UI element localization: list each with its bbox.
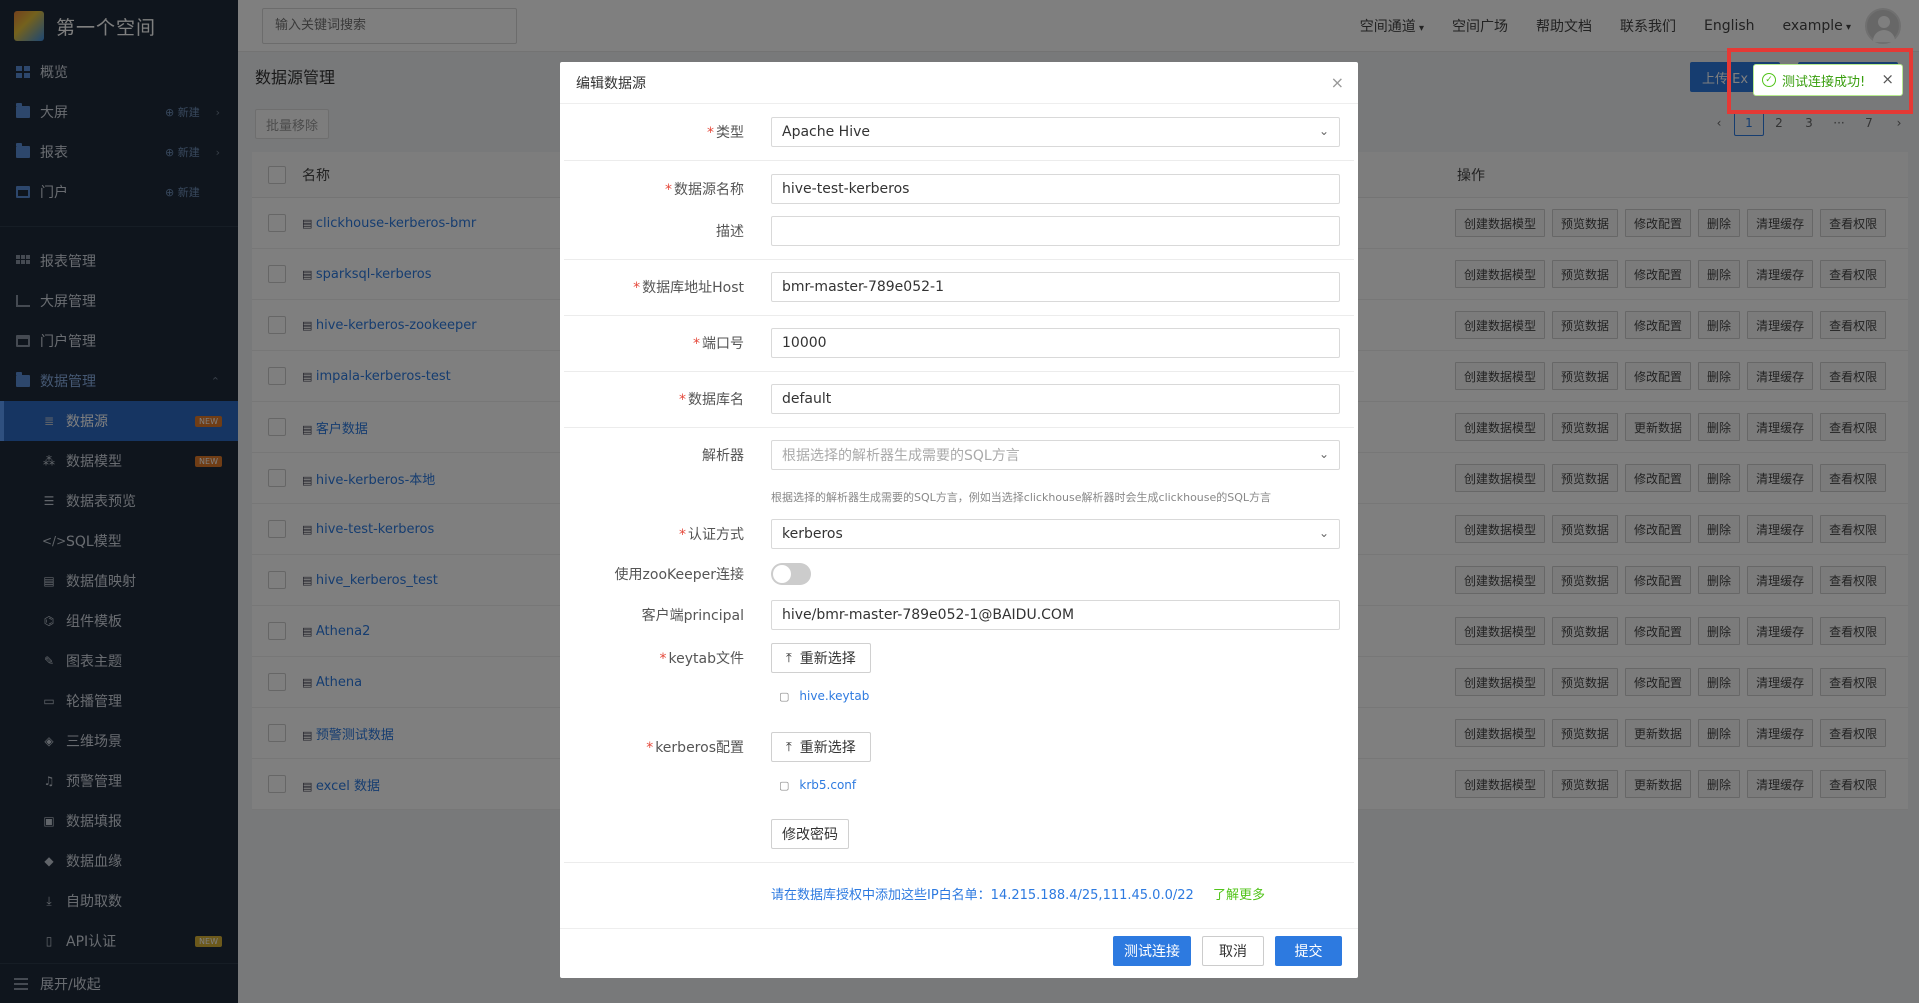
krb-file-link[interactable]: ▢ krb5.conf	[779, 778, 856, 792]
type-row: 类型 Apache Hive ⌄	[560, 117, 1358, 147]
krb-file-name: krb5.conf	[799, 778, 857, 792]
keytab-row: keytab文件 ⤒ 重新选择	[560, 643, 1358, 673]
divider	[564, 427, 1354, 428]
cancel-button[interactable]: 取消	[1202, 936, 1264, 966]
zookeeper-toggle[interactable]	[771, 563, 811, 585]
principal-label: 客户端principal	[641, 608, 744, 624]
type-label: 类型	[560, 122, 760, 142]
desc-label: 描述	[716, 224, 744, 240]
principal-row: 客户端principal hive/bmr-master-789e052-1@B…	[560, 600, 1358, 630]
port-row: 端口号 10000	[560, 328, 1358, 358]
divider	[564, 259, 1354, 260]
change-password-button[interactable]: 修改密码	[771, 819, 849, 849]
divider	[564, 315, 1354, 316]
chevron-down-icon: ⌄	[1318, 447, 1329, 461]
host-input[interactable]: bmr-master-789e052-1	[771, 272, 1340, 302]
divider	[564, 862, 1354, 863]
parser-hint: 根据选择的解析器生成需要的SQL方言，例如当选择clickhouse解析器时会生…	[771, 491, 1272, 504]
auth-label: 认证方式	[560, 524, 760, 544]
type-value: Apache Hive	[782, 124, 870, 140]
test-connection-button[interactable]: 测试连接	[1113, 936, 1191, 966]
database-row: 数据库名 default	[560, 384, 1358, 414]
parser-row: 解析器 根据选择的解析器生成需要的SQL方言 ⌄	[560, 440, 1358, 470]
keytab-reselect-button[interactable]: ⤒ 重新选择	[771, 643, 871, 673]
chevron-down-icon: ⌄	[1318, 526, 1329, 540]
krb-reselect-button[interactable]: ⤒ 重新选择	[771, 732, 871, 762]
divider	[564, 371, 1354, 372]
zookeeper-row: 使用zooKeeper连接	[560, 563, 1358, 585]
database-label: 数据库名	[560, 389, 760, 409]
auth-row: 认证方式 kerberos ⌄	[560, 519, 1358, 549]
parser-placeholder: 根据选择的解析器生成需要的SQL方言	[782, 448, 1020, 464]
database-input[interactable]: default	[771, 384, 1340, 414]
description-input[interactable]	[771, 216, 1340, 246]
krb-label: kerberos配置	[560, 737, 760, 757]
keytab-file-name: hive.keytab	[799, 689, 870, 703]
file-icon: ▢	[779, 689, 790, 703]
ip-whitelist-notice: 请在数据库授权中添加这些IP白名单：14.215.188.4/25,111.45…	[771, 888, 1194, 903]
close-icon[interactable]: ×	[1331, 73, 1344, 92]
parser-label: 解析器	[702, 448, 744, 464]
upload-icon: ⤒	[786, 650, 792, 666]
type-select[interactable]: Apache Hive ⌄	[771, 117, 1340, 147]
modal-title: 编辑数据源	[576, 75, 646, 92]
modal-footer-divider	[560, 928, 1358, 929]
check-circle-icon: ✓	[1762, 73, 1776, 87]
learn-more-link[interactable]: 了解更多	[1213, 884, 1265, 903]
host-label: 数据库地址Host	[560, 277, 760, 297]
auth-select[interactable]: kerberos ⌄	[771, 519, 1340, 549]
chevron-down-icon: ⌄	[1318, 124, 1329, 138]
port-input[interactable]: 10000	[771, 328, 1340, 358]
close-icon[interactable]: ×	[1881, 70, 1894, 88]
zookeeper-label: 使用zooKeeper连接	[614, 567, 744, 583]
reselect-label: 重新选择	[799, 740, 856, 756]
modal-header: 编辑数据源 ×	[560, 62, 1358, 104]
krb-row: kerberos配置 ⤒ 重新选择	[560, 732, 1358, 762]
datasource-name-input[interactable]: hive-test-kerberos	[771, 174, 1340, 204]
upload-icon: ⤒	[786, 739, 792, 755]
principal-input[interactable]: hive/bmr-master-789e052-1@BAIDU.COM	[771, 600, 1340, 630]
submit-button[interactable]: 提交	[1275, 936, 1342, 966]
toast-message: 测试连接成功!	[1782, 74, 1866, 90]
host-row: 数据库地址Host bmr-master-789e052-1	[560, 272, 1358, 302]
name-row: 数据源名称 hive-test-kerberos	[560, 174, 1358, 204]
divider	[564, 160, 1354, 161]
name-label: 数据源名称	[560, 179, 760, 199]
edit-datasource-modal: 编辑数据源 × 类型 Apache Hive ⌄ 数据源名称 hive-test-…	[560, 62, 1358, 978]
success-toast: ✓ 测试连接成功! ×	[1753, 64, 1903, 96]
parser-select[interactable]: 根据选择的解析器生成需要的SQL方言 ⌄	[771, 440, 1340, 470]
reselect-label: 重新选择	[799, 651, 856, 667]
file-icon: ▢	[779, 778, 790, 792]
port-label: 端口号	[560, 333, 760, 353]
auth-value: kerberos	[782, 526, 843, 542]
keytab-file-link[interactable]: ▢ hive.keytab	[779, 689, 869, 703]
keytab-label: keytab文件	[560, 648, 760, 668]
desc-row: 描述	[560, 216, 1358, 246]
